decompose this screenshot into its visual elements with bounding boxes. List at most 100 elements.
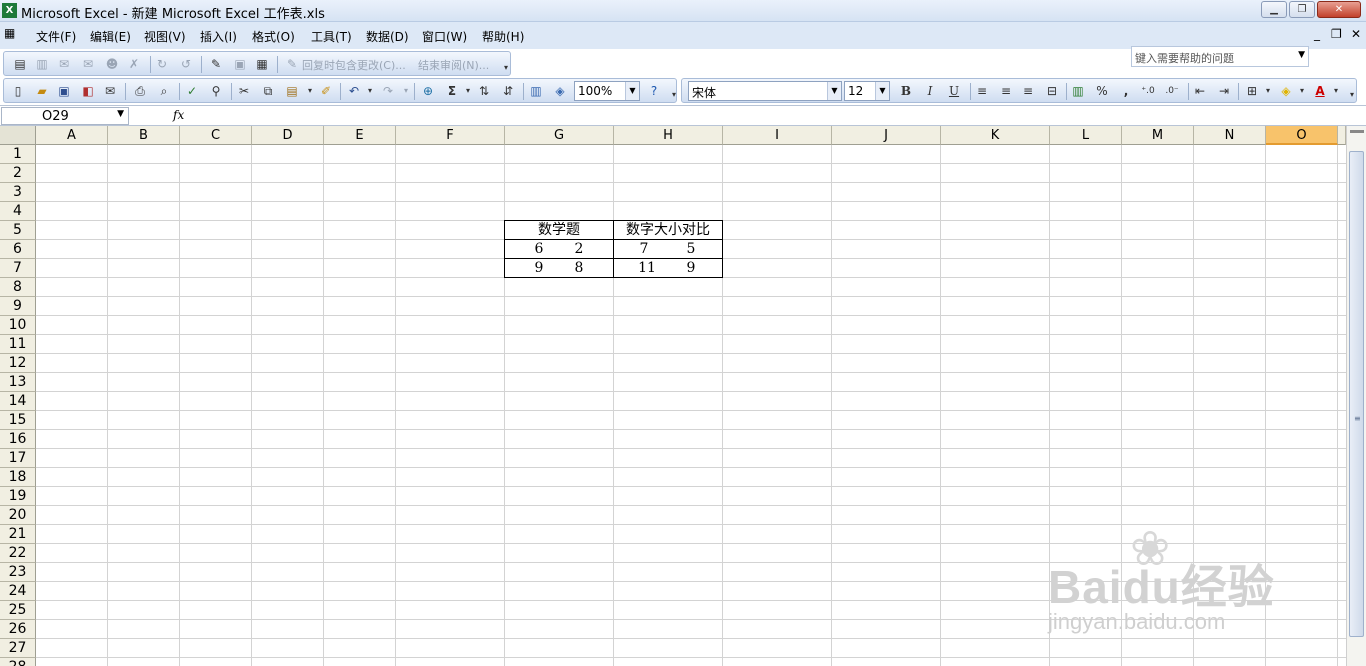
column-header-a[interactable]: A	[36, 126, 108, 145]
row-header[interactable]: 5	[0, 221, 36, 240]
chevron-down-icon[interactable]: ▼	[625, 82, 639, 100]
font-color-dropdown-icon[interactable]: ▾	[1328, 83, 1344, 99]
column-header-c[interactable]: C	[180, 126, 252, 145]
split-box[interactable]	[1350, 130, 1364, 133]
cell-g7-left[interactable]: 9	[529, 259, 549, 278]
track-changes-icon[interactable]: ↻	[154, 56, 170, 72]
doc-close-button[interactable]: ✕	[1351, 27, 1361, 41]
chevron-down-icon[interactable]: ▼	[827, 82, 841, 100]
chevron-down-icon[interactable]: ▼	[117, 109, 124, 119]
cell-h7-left[interactable]: 11	[634, 259, 660, 278]
comma-button[interactable]: ,	[1118, 83, 1134, 99]
row-header[interactable]: 16	[0, 430, 36, 449]
open-folder-icon[interactable]: ▰	[34, 83, 50, 99]
column-header-n[interactable]: N	[1194, 126, 1266, 145]
cell-g7-right[interactable]: 8	[569, 259, 589, 278]
paste-icon[interactable]: ▤	[284, 83, 300, 99]
column-header-k[interactable]: K	[941, 126, 1050, 145]
delete-icon[interactable]: ✗	[126, 56, 142, 72]
font-select[interactable]: 宋体 ▼	[688, 81, 842, 101]
column-header-j[interactable]: J	[832, 126, 941, 145]
row-header[interactable]: 10	[0, 316, 36, 335]
sort-descending-icon[interactable]: ⇵	[500, 83, 516, 99]
reply-icon[interactable]: ✎	[282, 56, 302, 72]
envelope-icon[interactable]: ✉	[80, 56, 96, 72]
column-header-p[interactable]	[1338, 126, 1346, 145]
paste-dropdown-icon[interactable]: ▾	[302, 83, 318, 99]
bold-button[interactable]: B	[898, 83, 914, 99]
help-question-input[interactable]: 键入需要帮助的问题 ▼	[1131, 46, 1309, 67]
restore-button[interactable]: ❐	[1289, 1, 1315, 18]
row-header[interactable]: 7	[0, 259, 36, 278]
row-header[interactable]: 22	[0, 544, 36, 563]
cell-g6-right[interactable]: 2	[569, 240, 589, 259]
row-header[interactable]: 2	[0, 164, 36, 183]
insert-function-button[interactable]: fx	[173, 108, 184, 122]
toolbar-options-icon[interactable]: ▾	[498, 60, 514, 76]
currency-icon[interactable]: ▥	[1070, 83, 1086, 99]
mail-icon[interactable]: ✉	[56, 56, 72, 72]
doc-restore-button[interactable]: ❐	[1331, 27, 1342, 41]
undo-icon[interactable]: ↶	[346, 83, 362, 99]
row-header[interactable]: 24	[0, 582, 36, 601]
scroll-thumb[interactable]: ≡	[1349, 151, 1364, 637]
autosum-icon[interactable]: Σ	[444, 83, 460, 99]
column-header-h[interactable]: H	[614, 126, 723, 145]
row-header[interactable]: 14	[0, 392, 36, 411]
close-button[interactable]: ✕	[1317, 1, 1361, 18]
zoom-select[interactable]: 100% ▼	[574, 81, 640, 101]
chart-wizard-icon[interactable]: ▥	[528, 83, 544, 99]
column-header-i[interactable]: I	[723, 126, 832, 145]
research-icon[interactable]: ⚲	[208, 83, 224, 99]
print-icon[interactable]: ⎙	[132, 83, 148, 99]
row-header[interactable]: 21	[0, 525, 36, 544]
row-header[interactable]: 26	[0, 620, 36, 639]
drawing-icon[interactable]: ◈	[552, 83, 568, 99]
workbook-icon[interactable]: ▦	[4, 26, 15, 40]
increase-decimal-icon[interactable]: ⁺.0	[1140, 83, 1156, 99]
autosum-dropdown-icon[interactable]: ▾	[460, 83, 476, 99]
worksheet-grid[interactable]: A B C D E F G H I J K L M N O 1 2 3 4 5 …	[0, 126, 1366, 666]
toolbar-options-icon[interactable]: ▾	[1344, 87, 1360, 103]
decrease-indent-icon[interactable]: ⇤	[1192, 83, 1208, 99]
cell-g6-left[interactable]: 6	[529, 240, 549, 259]
cell-h5[interactable]: 数字大小对比	[614, 221, 722, 240]
redo-dropdown-icon[interactable]: ▾	[398, 83, 414, 99]
permission-icon[interactable]: ◧	[80, 83, 96, 99]
review-pane-icon[interactable]: ▦	[254, 56, 270, 72]
reply-with-changes-button[interactable]: 回复时包含更改(C)...	[302, 57, 406, 73]
menu-view[interactable]: 视图(V)	[144, 28, 186, 45]
toolbar-options-icon[interactable]: ▾	[666, 87, 682, 103]
column-header-b[interactable]: B	[108, 126, 180, 145]
show-comments-icon[interactable]: ▣	[232, 56, 248, 72]
row-header[interactable]: 25	[0, 601, 36, 620]
row-header[interactable]: 18	[0, 468, 36, 487]
column-header-e[interactable]: E	[324, 126, 396, 145]
font-color-icon[interactable]: A	[1312, 83, 1328, 99]
help-icon[interactable]: ?	[646, 83, 662, 99]
increase-indent-icon[interactable]: ⇥	[1216, 83, 1232, 99]
row-header[interactable]: 6	[0, 240, 36, 259]
font-size-select[interactable]: 12 ▼	[844, 81, 890, 101]
column-header-l[interactable]: L	[1050, 126, 1122, 145]
borders-dropdown-icon[interactable]: ▾	[1260, 83, 1276, 99]
menu-edit[interactable]: 编辑(E)	[90, 28, 131, 45]
menu-data[interactable]: 数据(D)	[366, 28, 409, 45]
doc-minimize-button[interactable]: _	[1314, 27, 1320, 41]
cell-g5[interactable]: 数学题	[505, 221, 613, 240]
menu-format[interactable]: 格式(O)	[252, 28, 295, 45]
row-header[interactable]: 8	[0, 278, 36, 297]
row-header[interactable]: 19	[0, 487, 36, 506]
people-icon[interactable]: ☻	[104, 56, 120, 72]
column-header-f[interactable]: F	[396, 126, 505, 145]
fill-color-dropdown-icon[interactable]: ▾	[1294, 83, 1310, 99]
row-header[interactable]: 9	[0, 297, 36, 316]
formula-input[interactable]	[190, 106, 1360, 125]
underline-button[interactable]: U	[946, 83, 962, 99]
print-preview-icon[interactable]: ⌕	[156, 83, 172, 99]
end-review-button[interactable]: 结束审阅(N)...	[418, 57, 489, 73]
format-painter-icon[interactable]: ✐	[318, 83, 334, 99]
accept-icon[interactable]: ↺	[178, 56, 194, 72]
row-header[interactable]: 17	[0, 449, 36, 468]
save-icon[interactable]: ▣	[56, 83, 72, 99]
